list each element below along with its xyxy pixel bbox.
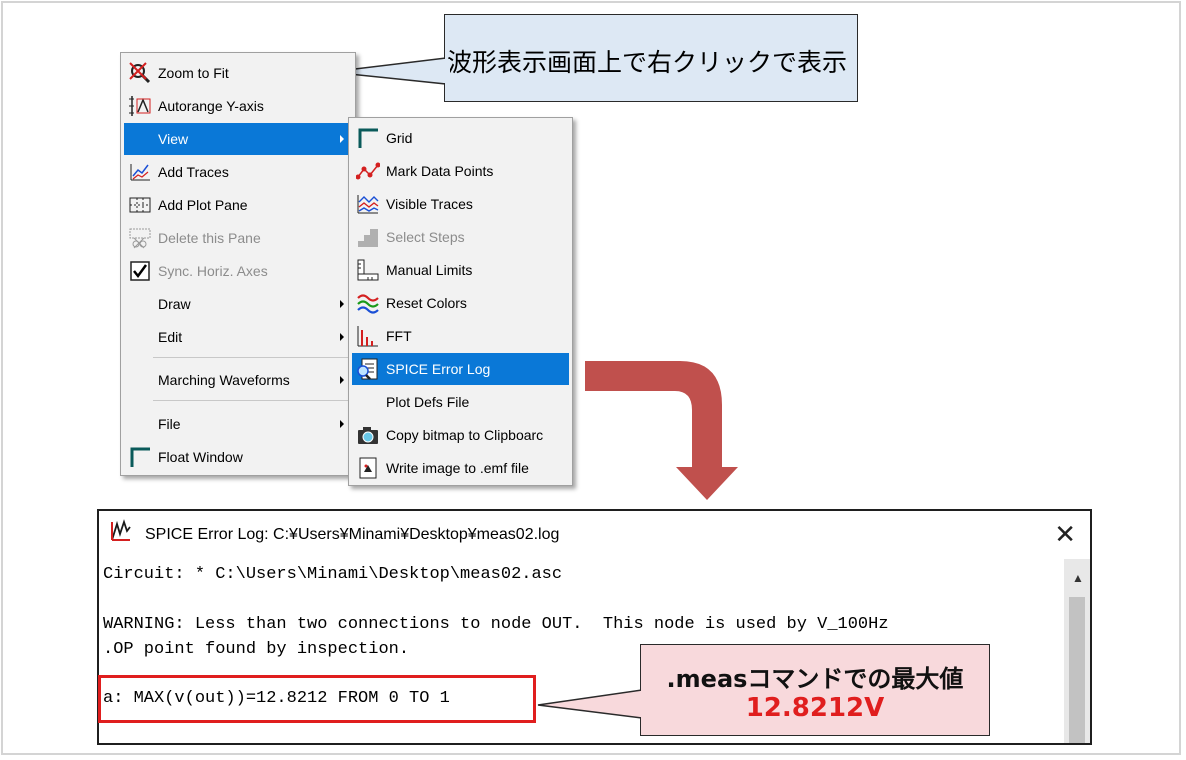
callout-pointer-bottom — [537, 689, 643, 719]
callout-pointer-mask — [640, 691, 646, 717]
callout-max-value: .measコマンドでの最大値 12.8212V — [640, 644, 990, 736]
callout-caption: .measコマンドでの最大値 — [666, 665, 964, 693]
callout-value: 12.8212V — [745, 693, 885, 723]
